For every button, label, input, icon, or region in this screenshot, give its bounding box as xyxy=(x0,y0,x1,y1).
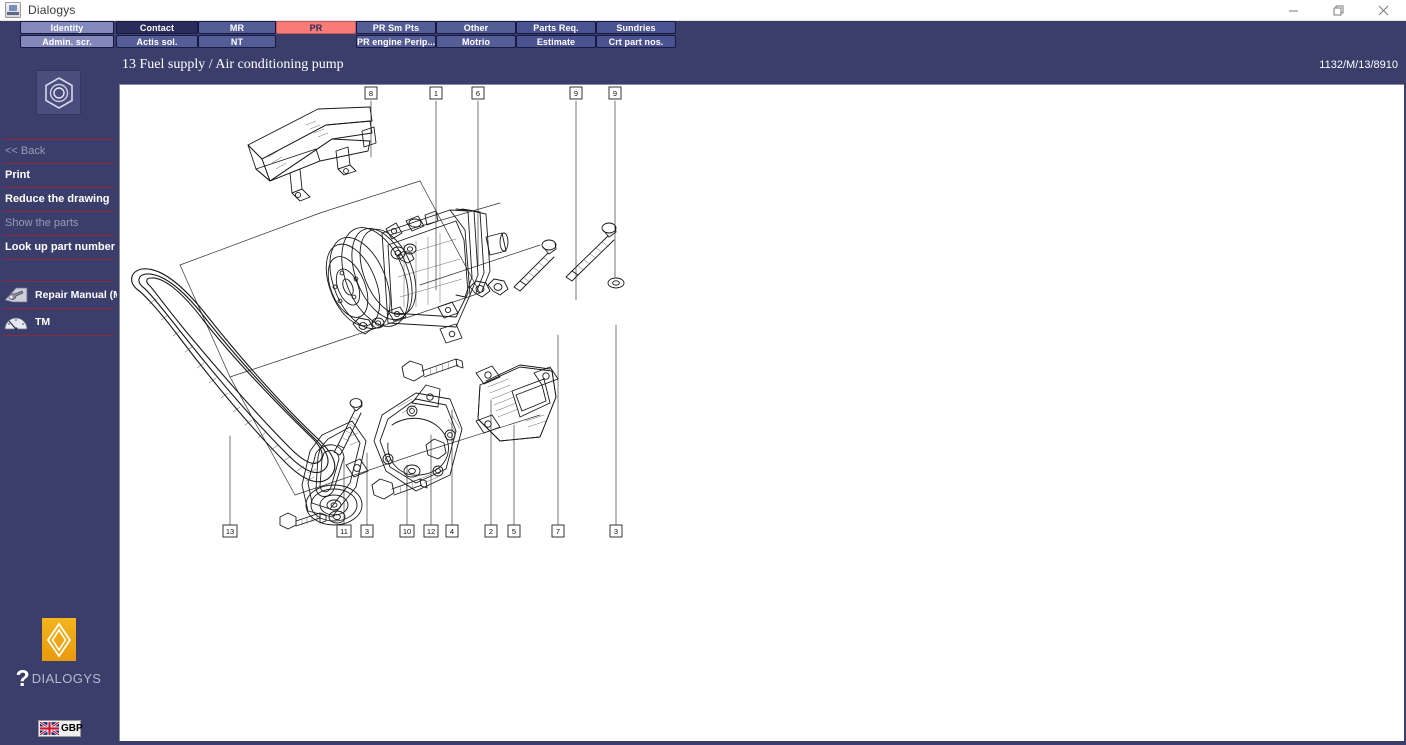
tab-motrio[interactable]: Motrio xyxy=(436,35,516,48)
renault-diamond-icon xyxy=(42,618,76,661)
tab-group-other: Other Motrio xyxy=(436,21,516,48)
sidebar: << Back Print Reduce the drawing Show th… xyxy=(0,49,117,745)
document-header: 13 Fuel supply / Air conditioning pump 1… xyxy=(117,49,1406,84)
svg-text:11: 11 xyxy=(340,527,348,536)
tab-crt-part-nos[interactable]: Crt part nos. xyxy=(596,35,676,48)
repair-manual-label: Repair Manual (M... xyxy=(35,289,117,301)
main-tab-strip: Identity Admin. scr. Contact Actis sol. … xyxy=(0,21,1406,49)
svg-text:1: 1 xyxy=(434,89,438,98)
callout-marker: 2 xyxy=(485,525,497,537)
tab-sundries[interactable]: Sundries xyxy=(596,21,676,34)
sidebar-item-show-parts[interactable]: Show the parts xyxy=(0,212,117,235)
tab-group-pr-sm-pts: PR Sm Pts PR engine Perip... xyxy=(356,21,436,48)
callout-marker: 10 xyxy=(400,525,414,537)
tm-label: TM xyxy=(35,316,50,328)
tab-parts-req[interactable]: Parts Req. xyxy=(516,21,596,34)
menu-spacer xyxy=(0,260,117,281)
minimize-icon[interactable] xyxy=(1271,0,1316,21)
exploded-parts-diagram: 8 1 6 9 9 xyxy=(120,85,1405,742)
callout-marker: 11 xyxy=(337,525,351,537)
app-icon xyxy=(5,2,21,18)
callout-marker: 4 xyxy=(446,525,458,537)
tab-estimate[interactable]: Estimate xyxy=(516,35,596,48)
callout-marker: 7 xyxy=(552,525,564,537)
currency-label: GBP xyxy=(61,723,83,734)
tab-identity[interactable]: Identity xyxy=(20,21,114,34)
callout-marker: 5 xyxy=(508,525,520,537)
wrench-icon xyxy=(3,284,29,306)
drawing-canvas[interactable]: 8 1 6 9 9 xyxy=(119,84,1404,741)
document-reference: 1132/M/13/8910 xyxy=(1319,59,1398,71)
menu-divider xyxy=(3,335,114,336)
svg-text:8: 8 xyxy=(369,89,373,98)
tab-group-mr: MR NT xyxy=(198,21,276,48)
sidebar-item-look-up-part-number[interactable]: Look up part number xyxy=(0,236,117,259)
tab-group-sundries: Sundries Crt part nos. xyxy=(596,21,676,48)
callout-marker: 3 xyxy=(610,525,622,537)
tab-group-pr: PR xyxy=(276,21,356,48)
svg-text:4: 4 xyxy=(450,527,454,536)
callout-marker: 9 xyxy=(609,87,621,99)
question-mark-glyph: ? xyxy=(16,667,30,690)
tab-group-identity: Identity Admin. scr. xyxy=(20,21,114,48)
window-controls xyxy=(1271,0,1406,21)
sidebar-menu: << Back Print Reduce the drawing Show th… xyxy=(0,139,117,336)
svg-text:3: 3 xyxy=(365,527,369,536)
tab-pr[interactable]: PR xyxy=(276,21,356,34)
callout-marker: 12 xyxy=(424,525,438,537)
sidebar-item-reduce-drawing[interactable]: Reduce the drawing xyxy=(0,188,117,211)
svg-text:9: 9 xyxy=(574,89,578,98)
tab-pr-sm-pts[interactable]: PR Sm Pts xyxy=(356,21,436,34)
svg-text:10: 10 xyxy=(403,527,411,536)
tab-mr[interactable]: MR xyxy=(198,21,276,34)
callout-marker: 13 xyxy=(223,525,237,537)
svg-text:3: 3 xyxy=(614,527,618,536)
tab-admin-scr[interactable]: Admin. scr. xyxy=(20,35,114,48)
tab-actis-sol[interactable]: Actis sol. xyxy=(116,35,198,48)
application-window: Dialogys Identity Admin. scr. xyxy=(0,0,1406,745)
hex-nut-icon xyxy=(37,71,80,114)
content-area: 13 Fuel supply / Air conditioning pump 1… xyxy=(117,49,1406,745)
svg-text:5: 5 xyxy=(512,527,516,536)
window-title: Dialogys xyxy=(28,3,76,17)
sidebar-item-tm[interactable]: TM xyxy=(0,309,117,335)
callout-marker: 9 xyxy=(570,87,582,99)
callout-marker: 3 xyxy=(361,525,373,537)
gauge-icon xyxy=(3,311,29,333)
tab-pr-empty xyxy=(276,35,356,48)
uk-flag-icon xyxy=(40,722,59,735)
title-bar: Dialogys xyxy=(0,0,1406,21)
tab-nt[interactable]: NT xyxy=(198,35,276,48)
close-icon[interactable] xyxy=(1361,0,1406,21)
tab-group-parts-req: Parts Req. Estimate xyxy=(516,21,596,48)
callout-marker: 1 xyxy=(430,87,442,99)
svg-text:7: 7 xyxy=(556,527,560,536)
tab-contact[interactable]: Contact xyxy=(116,21,198,34)
restore-icon[interactable] xyxy=(1316,0,1361,21)
svg-text:12: 12 xyxy=(427,527,435,536)
sidebar-item-back[interactable]: << Back xyxy=(0,140,117,163)
callout-marker: 8 xyxy=(365,87,377,99)
dialogys-wordmark: ? DIALOGYS xyxy=(0,667,117,690)
tab-group-contact: Contact Actis sol. xyxy=(116,21,198,48)
svg-text:13: 13 xyxy=(226,527,234,536)
brand-block: ? DIALOGYS xyxy=(0,618,117,690)
currency-selector[interactable]: GBP xyxy=(38,720,81,737)
svg-text:9: 9 xyxy=(613,89,617,98)
svg-text:6: 6 xyxy=(476,89,480,98)
sidebar-item-print[interactable]: Print xyxy=(0,164,117,187)
tab-other[interactable]: Other xyxy=(436,21,516,34)
sidebar-item-repair-manual[interactable]: Repair Manual (M... xyxy=(0,282,117,308)
dialogys-text: DIALOGYS xyxy=(32,671,102,686)
tab-pr-engine-perip[interactable]: PR engine Perip... xyxy=(356,35,436,48)
callout-marker: 6 xyxy=(472,87,484,99)
svg-text:2: 2 xyxy=(489,527,493,536)
page-title: 13 Fuel supply / Air conditioning pump xyxy=(122,57,344,73)
